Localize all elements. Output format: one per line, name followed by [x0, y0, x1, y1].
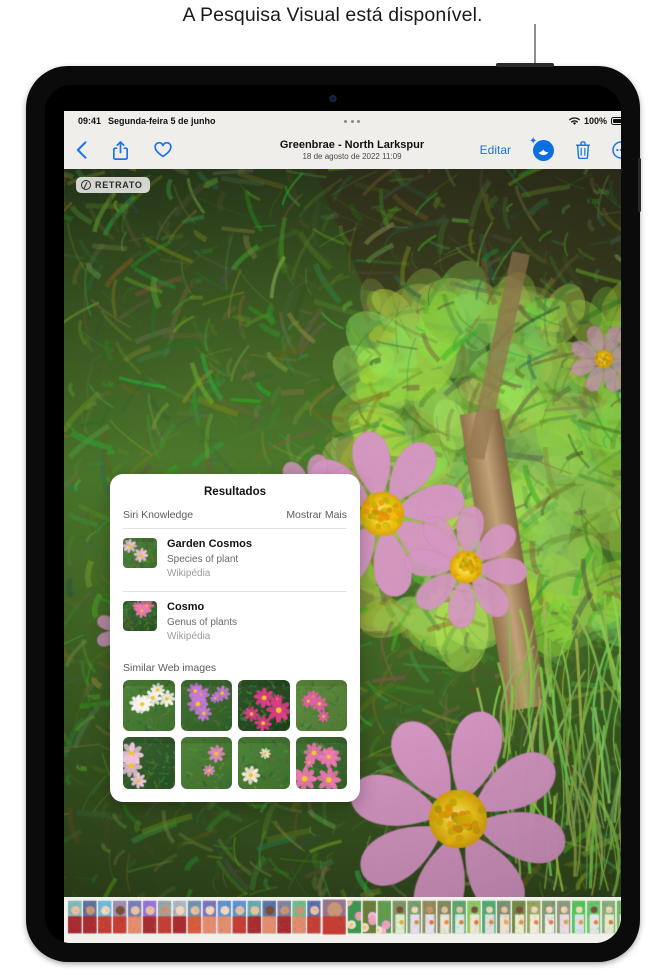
pale-pink-cosmos-closeup: [180, 737, 232, 789]
similar-image-cell[interactable]: [180, 737, 232, 789]
similar-image-cell[interactable]: [180, 679, 232, 731]
visual-look-up-button[interactable]: ✦: [529, 136, 554, 161]
magenta-cosmos-closeup: [238, 679, 290, 731]
knowledge-item-description: Species of plant: [167, 553, 239, 565]
portrait-badge: RETRATO: [76, 177, 150, 193]
battery-percent: 100%: [583, 116, 607, 126]
ipad-device-frame: 09:41 Segunda-feira 5 de junho 100% Gree…: [26, 63, 641, 962]
callout-text: A Pesquisa Visual está disponível.: [182, 4, 483, 26]
similar-image-cell[interactable]: [238, 737, 290, 789]
photo-filmstrip[interactable]: [64, 897, 621, 937]
status-date: Segunda-feira 5 de junho: [108, 116, 216, 126]
power-button[interactable]: [638, 158, 641, 212]
knowledge-item-name: Cosmo: [167, 600, 205, 613]
similar-image-cell[interactable]: [238, 679, 290, 731]
similar-images-label: Similar Web images: [123, 661, 217, 674]
photo-toolbar: Greenbrae - North Larkspur 18 de agosto …: [64, 131, 621, 169]
top-antenna-band: [496, 63, 554, 67]
home-indicator-area: [64, 937, 621, 943]
edit-button[interactable]: Editar: [480, 143, 511, 157]
cream-cosmos-blooms: [295, 679, 347, 731]
delete-button[interactable]: [575, 141, 591, 160]
results-title: Resultados: [204, 486, 266, 498]
favorite-button[interactable]: [154, 141, 172, 158]
similar-images-grid: [110, 679, 360, 802]
purple-cosmos-garden: [123, 737, 175, 789]
knowledge-item[interactable]: Garden Cosmos Species of plant Wikipédia: [110, 529, 360, 591]
knowledge-item-source: Wikipédia: [167, 567, 211, 579]
more-options-button[interactable]: [612, 141, 621, 159]
photo-subtitle: 18 de agosto de 2022 11:09: [302, 152, 402, 162]
pink-cosmos-in-grass: [123, 679, 175, 731]
pink-cosmos-meadow: [238, 737, 290, 789]
knowledge-item-name: Garden Cosmos: [167, 538, 252, 550]
siri-knowledge-header: Siri Knowledge Mostrar Mais: [110, 509, 360, 528]
portrait-badge-label: RETRATO: [95, 180, 143, 190]
aperture-icon: [81, 180, 91, 190]
multitasking-dots-icon[interactable]: [344, 119, 360, 123]
front-camera-icon: [329, 95, 337, 102]
status-time: 09:41: [78, 116, 102, 126]
screen: 09:41 Segunda-feira 5 de junho 100% Gree…: [64, 111, 621, 943]
photo-title: Greenbrae - North Larkspur: [279, 138, 425, 151]
similar-image-cell[interactable]: [295, 679, 347, 731]
white-cosmos-cluster: [180, 679, 232, 731]
share-button[interactable]: [112, 140, 129, 160]
siri-knowledge-label: Siri Knowledge: [123, 509, 194, 521]
wifi-icon: [568, 116, 580, 126]
similar-image-cell[interactable]: [295, 737, 347, 789]
similar-image-cell[interactable]: [123, 679, 175, 731]
device-bezel: 09:41 Segunda-feira 5 de junho 100% Gree…: [45, 85, 621, 943]
knowledge-thumb: [123, 600, 157, 631]
similar-image-cell[interactable]: [123, 737, 175, 789]
knowledge-item-source: Wikipédia: [167, 630, 211, 642]
knowledge-item[interactable]: Cosmo Genus of plants Wikipédia: [110, 592, 360, 654]
battery-full-icon: [611, 116, 621, 126]
back-button[interactable]: [76, 141, 87, 159]
knowledge-thumb: [123, 538, 157, 568]
status-bar: 09:41 Segunda-feira 5 de junho 100%: [64, 111, 621, 131]
knowledge-item-description: Genus of plants: [167, 616, 238, 628]
visual-lookup-results-popup: Resultados Siri Knowledge Mostrar Mais G…: [110, 474, 360, 802]
photo-viewer[interactable]: RETRATO Resultados Siri Knowledge Mostra…: [64, 169, 621, 897]
sparkles-icon: ✦: [529, 135, 538, 147]
filmstrip-thumbnails[interactable]: [64, 898, 621, 936]
deep-pink-cosmos-patch: [295, 737, 347, 789]
photo-title-block: Greenbrae - North Larkspur 18 de agosto …: [280, 139, 424, 162]
show-more-button[interactable]: Mostrar Mais: [286, 509, 347, 521]
